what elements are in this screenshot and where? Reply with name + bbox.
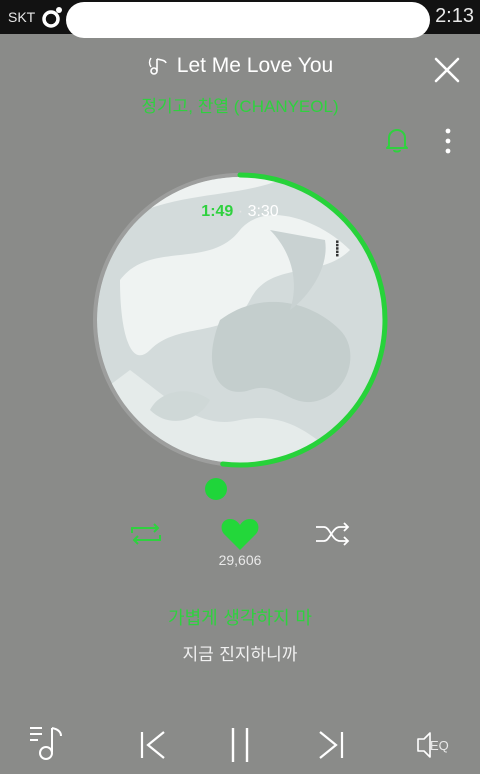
carrier-label: SKT [8, 9, 36, 25]
previous-icon[interactable] [138, 728, 168, 762]
more-vert-icon[interactable] [440, 126, 456, 156]
close-icon[interactable] [432, 55, 462, 85]
song-header: Let Me Love You [0, 54, 480, 82]
time-display: 1:49 · 3:30 [0, 203, 480, 221]
eq-label: EQ [430, 738, 449, 753]
heart-icon[interactable] [220, 516, 260, 552]
time-separator: · [237, 203, 244, 220]
playlist-icon[interactable] [28, 722, 70, 762]
artist-name[interactable]: 정기고, 찬열 (CHANYEOL) [0, 92, 480, 117]
status-bar: SKT 2:13 [0, 0, 480, 38]
like-count: 29,606 [218, 552, 262, 568]
total-time: 3:30 [247, 203, 279, 220]
next-icon[interactable] [316, 728, 346, 762]
music-note-icon [148, 57, 167, 75]
song-title: Let Me Love You [176, 54, 334, 77]
lyric-next-line[interactable]: 지금 진지하니까 [0, 640, 480, 665]
bell-icon[interactable] [384, 126, 410, 154]
lyric-current-line[interactable]: 가볍게 생각하지 마 [0, 604, 480, 630]
title-row[interactable]: Let Me Love You [147, 54, 333, 78]
repeat-icon[interactable] [128, 520, 164, 548]
seek-handle[interactable] [205, 478, 227, 500]
redacted-area [66, 2, 430, 38]
pause-icon[interactable] [228, 726, 252, 764]
shuffle-icon[interactable] [314, 520, 352, 548]
status-clock: 2:13 [435, 5, 474, 27]
status-app-icon [42, 7, 62, 28]
current-time: 1:49 [201, 203, 234, 220]
svg-text:▪▪▪▪▪: ▪▪▪▪▪ [334, 240, 340, 257]
